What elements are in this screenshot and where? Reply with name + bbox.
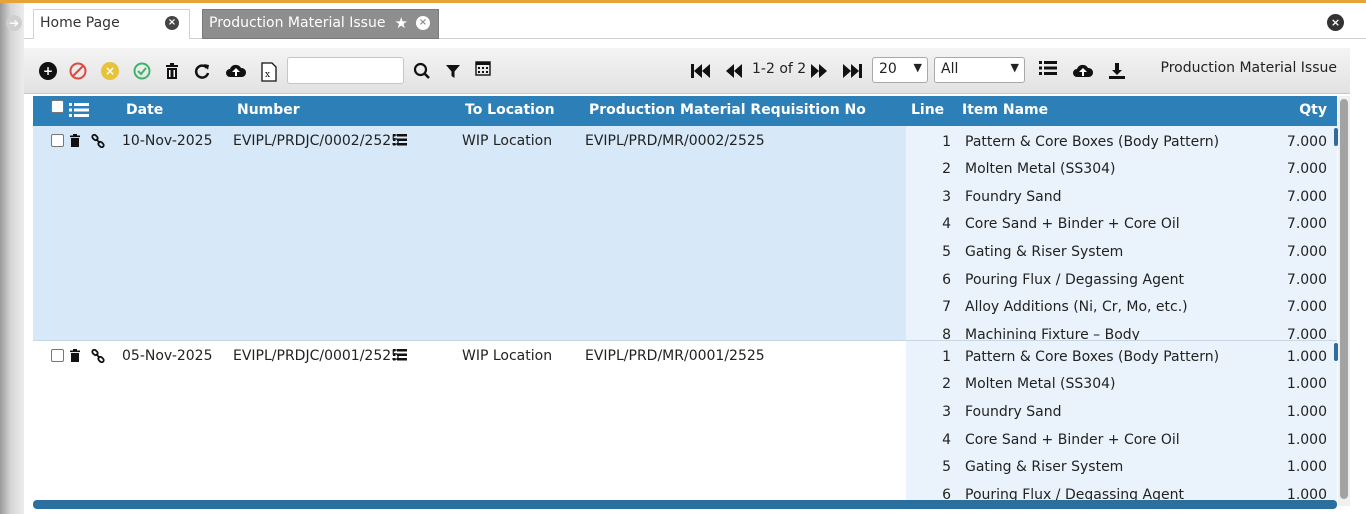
row-date: 05-Nov-2025 (122, 348, 213, 364)
delete-trash-icon[interactable] (163, 62, 181, 80)
toolbar: + × x 1-2 of 2 20 ▼ All ▼ Production Mat… (24, 48, 1350, 94)
tab-home-page[interactable]: Home Page × (33, 9, 190, 39)
line-item: 8 Machining Fixture – Body 7.000 (942, 327, 1327, 341)
cancel-icon[interactable] (69, 62, 87, 80)
tab-production-material-issue[interactable]: Production Material Issue ★ × (202, 9, 439, 39)
column-item-name[interactable]: Item Name (962, 102, 1048, 118)
favorite-star-icon[interactable]: ★ (395, 10, 408, 36)
close-tab-icon[interactable]: × (416, 16, 430, 30)
delete-row-icon[interactable] (69, 134, 81, 151)
calendar-icon[interactable] (474, 59, 492, 77)
row-number[interactable]: EVIPL/PRDJC/0002/2525 (233, 133, 400, 149)
line-item: 2 Molten Metal (SS304) 7.000 (942, 161, 1327, 177)
last-page-icon[interactable] (841, 62, 863, 80)
cloud-upload-icon[interactable] (1072, 62, 1094, 80)
line-item: 1 Pattern & Core Boxes (Body Pattern) 1.00… (942, 349, 1327, 365)
select-all-checkbox[interactable] (51, 100, 64, 113)
table-row[interactable]: 10-Nov-2025 EVIPL/PRDJC/0002/2525 WIP Lo… (33, 126, 1337, 341)
close-circle-icon[interactable]: × (101, 62, 119, 80)
row-date: 10-Nov-2025 (122, 133, 213, 149)
filter-icon[interactable] (444, 62, 462, 80)
line-item: 6 Pouring Flux / Degassing Agent 7.000 (942, 272, 1327, 288)
form-title: Production Material Issue (1160, 60, 1337, 76)
row-checkbox[interactable] (51, 349, 64, 362)
row-to-location: WIP Location (462, 133, 553, 149)
line-item: 7 Alloy Additions (Ni, Cr, Mo, etc.) 7.000 (942, 299, 1327, 315)
horizontal-scrollbar[interactable] (33, 500, 1337, 509)
status-filter-value: All (941, 61, 959, 77)
tab-bar: Home Page × Production Material Issue ★ … (24, 3, 1366, 39)
vertical-scroll-thumb[interactable] (1340, 99, 1348, 499)
line-item: 5 Gating & Riser System 1.000 (942, 459, 1327, 475)
add-circle-icon[interactable]: + (39, 62, 57, 80)
grid-header: Date Number To Location Production Mater… (33, 96, 1337, 126)
status-filter-select[interactable]: All ▼ (934, 57, 1025, 83)
row-requisition-no: EVIPL/PRD/MR/0002/2525 (585, 133, 765, 149)
row-checkbox[interactable] (51, 134, 64, 147)
cloud-upload-icon[interactable] (225, 62, 247, 80)
line-items: 1 Pattern & Core Boxes (Body Pattern) 7.00… (906, 126, 1337, 340)
close-tab-icon[interactable]: × (165, 16, 179, 30)
row-number[interactable]: EVIPL/PRDJC/0001/2525 (233, 348, 400, 364)
row-requisition-no: EVIPL/PRD/MR/0001/2525 (585, 348, 765, 364)
column-to-location[interactable]: To Location (465, 102, 555, 118)
tab-label: Home Page (40, 15, 120, 31)
pager-status: 1-2 of 2 (752, 61, 807, 77)
download-icon[interactable] (1107, 62, 1127, 80)
details-list-icon[interactable] (393, 349, 407, 365)
side-panel-handle[interactable]: ➔ (0, 3, 24, 514)
issue-grid: Date Number To Location Production Mater… (33, 96, 1337, 506)
excel-export-icon[interactable]: x (260, 62, 278, 82)
list-view-icon[interactable] (1038, 59, 1058, 77)
line-item: 3 Foundry Sand 1.000 (942, 404, 1327, 420)
link-icon[interactable] (91, 348, 105, 367)
page-size-value: 20 (879, 61, 897, 77)
page-size-select[interactable]: 20 ▼ (872, 57, 928, 83)
line-item: 5 Gating & Riser System 7.000 (942, 244, 1327, 260)
next-page-icon[interactable] (808, 62, 830, 80)
line-item: 2 Molten Metal (SS304) 1.000 (942, 376, 1327, 392)
svg-text:x: x (265, 70, 270, 80)
line-item: 4 Core Sand + Binder + Core Oil 1.000 (942, 432, 1327, 448)
link-icon[interactable] (91, 133, 105, 152)
line-item: 3 Foundry Sand 7.000 (942, 189, 1327, 205)
column-qty[interactable]: Qty (1299, 102, 1327, 118)
expand-arrow-icon[interactable]: ➔ (6, 15, 22, 31)
first-page-icon[interactable] (690, 62, 712, 80)
close-window-icon[interactable]: × (1327, 14, 1344, 31)
previous-page-icon[interactable] (723, 62, 745, 80)
line-items: 1 Pattern & Core Boxes (Body Pattern) 1.00… (906, 341, 1337, 505)
column-chooser-icon[interactable] (68, 102, 90, 122)
column-number[interactable]: Number (237, 102, 300, 118)
chevron-down-icon: ▼ (913, 61, 922, 74)
line-item: 4 Core Sand + Binder + Core Oil 7.000 (942, 216, 1327, 232)
column-line[interactable]: Line (911, 102, 944, 118)
line-item: 1 Pattern & Core Boxes (Body Pattern) 7.00… (942, 134, 1327, 150)
table-row[interactable]: 05-Nov-2025 EVIPL/PRDJC/0001/2525 WIP Lo… (33, 341, 1337, 506)
vertical-scrollbar[interactable] (1338, 96, 1350, 506)
chevron-down-icon: ▼ (1010, 61, 1019, 74)
details-list-icon[interactable] (393, 134, 407, 150)
tab-label: Production Material Issue (209, 15, 386, 31)
search-icon[interactable] (413, 62, 431, 80)
delete-row-icon[interactable] (69, 349, 81, 366)
row-to-location: WIP Location (462, 348, 553, 364)
search-input[interactable] (287, 57, 404, 84)
refresh-icon[interactable] (193, 62, 211, 80)
column-date[interactable]: Date (126, 102, 163, 118)
approve-check-icon[interactable] (133, 62, 151, 80)
column-requisition-no[interactable]: Production Material Requisition No (589, 102, 866, 118)
